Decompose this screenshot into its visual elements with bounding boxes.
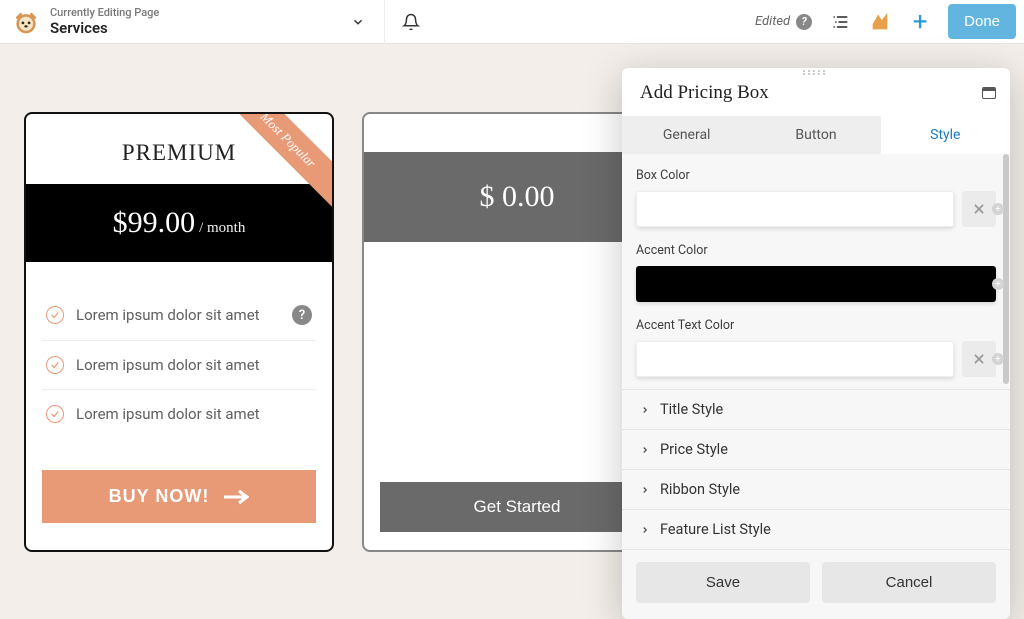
help-icon[interactable]: ? [796, 14, 812, 30]
outline-icon[interactable] [828, 10, 852, 34]
box-color-label: Box Color [636, 168, 996, 183]
tab-button[interactable]: Button [751, 116, 880, 154]
feature-item: Lorem ipsum dolor sit amet [42, 390, 316, 438]
feature-list: Lorem ipsum dolor sit amet ? Lorem ipsum… [26, 262, 332, 448]
help-icon[interactable]: ? [292, 305, 312, 325]
accordion-ribbon-style[interactable]: Ribbon Style [622, 470, 1010, 510]
clear-box-color[interactable] [962, 191, 996, 227]
done-button[interactable]: Done [948, 4, 1016, 39]
feature-text: Lorem ipsum dolor sit amet [76, 356, 260, 374]
scrollbar[interactable] [1003, 154, 1009, 384]
chevron-right-icon [640, 485, 650, 495]
connector-dot[interactable]: + [992, 203, 1004, 215]
assistant-icon[interactable] [868, 10, 892, 34]
cancel-button[interactable]: Cancel [822, 562, 996, 603]
beaver-logo [12, 8, 40, 36]
check-icon [46, 405, 64, 423]
close-icon [972, 352, 986, 366]
save-button[interactable]: Save [636, 562, 810, 603]
price-value: $ 0.00 [480, 180, 555, 213]
panel-tabs: General Button Style [622, 116, 1010, 154]
accordion-label: Price Style [660, 441, 728, 458]
accent-text-color-label: Accent Text Color [636, 318, 996, 333]
arrow-right-icon [223, 489, 249, 505]
notifications-icon[interactable] [399, 10, 423, 34]
edited-label: Edited [755, 14, 790, 29]
connector-dot[interactable]: + [992, 278, 1004, 290]
edited-indicator[interactable]: Edited ? [755, 14, 812, 30]
feature-text: Lorem ipsum dolor sit amet [76, 405, 260, 423]
accent-color-swatch[interactable] [636, 266, 996, 302]
price-period: / month [199, 220, 245, 236]
feature-item: Lorem ipsum dolor sit amet [42, 341, 316, 390]
price-value: $99.00 [113, 206, 196, 239]
box-color-swatch[interactable] [636, 191, 954, 227]
close-icon [972, 202, 986, 216]
chevron-right-icon [640, 405, 650, 415]
expand-icon[interactable] [982, 87, 996, 99]
top-bar: Currently Editing Page Services Edited ?… [0, 0, 1024, 44]
connector-dot[interactable]: + [992, 353, 1004, 365]
page-title: Services [50, 19, 310, 37]
editing-subtitle: Currently Editing Page [50, 6, 310, 19]
accent-text-color-swatch[interactable] [636, 341, 954, 377]
accordion-feature-list-style[interactable]: Feature List Style [622, 510, 1010, 550]
separator [384, 0, 385, 44]
buy-now-button[interactable]: BUY NOW! [42, 470, 316, 523]
settings-panel: Add Pricing Box General Button Style Box… [622, 68, 1010, 619]
cta-label: BUY NOW! [109, 486, 210, 507]
chevron-right-icon [640, 445, 650, 455]
check-icon [46, 306, 64, 324]
tab-style[interactable]: Style [881, 116, 1010, 154]
clear-accent-text-color[interactable] [962, 341, 996, 377]
accordion-label: Title Style [660, 401, 723, 418]
accent-color-label: Accent Color [636, 243, 996, 258]
add-module-button[interactable]: + [908, 10, 932, 34]
check-icon [46, 356, 64, 374]
title-dropdown[interactable] [346, 10, 370, 34]
accordion-price-style[interactable]: Price Style [622, 430, 1010, 470]
feature-text: Lorem ipsum dolor sit amet [76, 306, 260, 324]
pricing-card-premium[interactable]: PREMIUM Most Popular $99.00 / month Lore… [24, 112, 334, 552]
accordion-label: Feature List Style [660, 521, 771, 538]
get-started-button[interactable]: Get Started [380, 482, 654, 532]
tab-general[interactable]: General [622, 116, 751, 154]
price-band: $99.00 / month [26, 184, 332, 262]
panel-title: Add Pricing Box [640, 82, 769, 104]
chevron-right-icon [640, 525, 650, 535]
accordion-label: Ribbon Style [660, 481, 740, 498]
feature-item: Lorem ipsum dolor sit amet ? [42, 290, 316, 341]
accordion-title-style[interactable]: Title Style [622, 390, 1010, 430]
